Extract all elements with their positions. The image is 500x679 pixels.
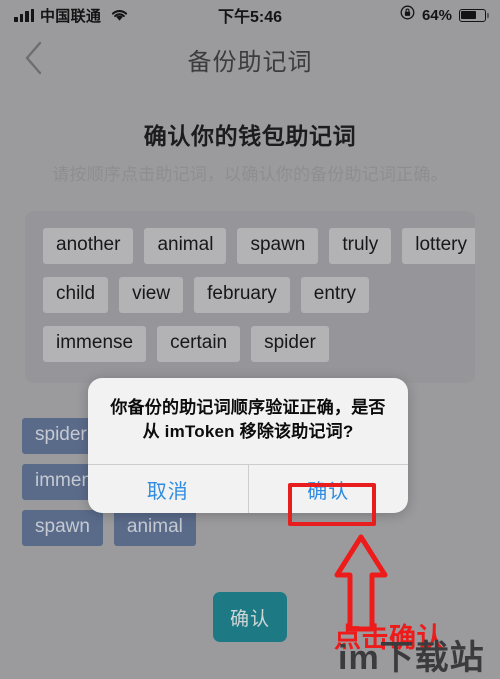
dialog-backdrop: 你备份的助记词顺序验证正确，是否从 imToken 移除该助记词? 取消 确认 [0, 0, 500, 674]
confirmation-dialog: 你备份的助记词顺序验证正确，是否从 imToken 移除该助记词? 取消 确认 [88, 378, 409, 514]
dialog-cancel-button[interactable]: 取消 [88, 465, 248, 513]
dialog-confirm-button[interactable]: 确认 [247, 465, 409, 514]
status-bar-right: 64% [400, 5, 489, 25]
dialog-message: 你备份的助记词顺序验证正确，是否从 imToken 移除该助记词? [110, 398, 386, 442]
battery-percent-label: 64% [421, 6, 452, 24]
phone-screen: 中国联通 下午5:46 64% 备份助记词 确认你的钱包助记词 请按顺序点击助记… [0, 0, 500, 677]
watermark: im下载站 [338, 639, 485, 677]
rotation-lock-icon [400, 5, 415, 25]
dialog-actions: 取消 确认 [88, 464, 409, 514]
battery-icon [459, 8, 489, 22]
